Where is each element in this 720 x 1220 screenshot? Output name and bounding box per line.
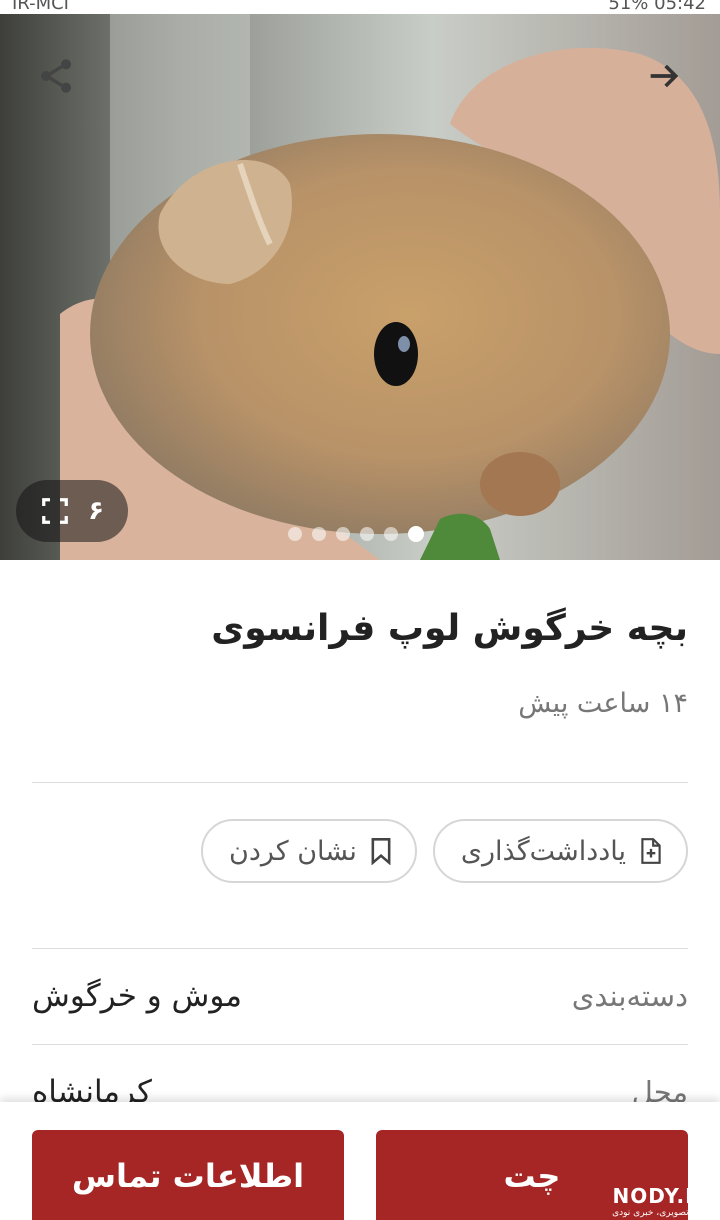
arrow-right-icon — [650, 64, 679, 88]
battery-clock-text: 51% 05:42 — [608, 0, 706, 14]
watermark-text: NODY.IR — [612, 1184, 710, 1208]
divider — [32, 782, 688, 783]
rabbit-photo — [0, 14, 720, 560]
note-add-icon — [641, 838, 661, 864]
bookmark-label: نشان کردن — [229, 835, 357, 867]
back-button[interactable] — [636, 48, 692, 104]
bottom-action-bar: اطلاعات تماس چت NODY.IR مجله تصویری، خبر… — [0, 1102, 720, 1220]
fullscreen-icon — [42, 498, 68, 524]
pagination-dot[interactable] — [360, 527, 374, 541]
image-count: ۶ — [88, 496, 104, 526]
share-icon — [41, 59, 71, 93]
watermark-subtext: مجله تصویری، خبری نودی — [612, 1208, 710, 1218]
fullscreen-gallery-button[interactable]: ۶ — [16, 480, 128, 542]
watermark-logo: NODY.IR مجله تصویری، خبری نودی — [612, 1184, 710, 1218]
bookmark-button[interactable]: نشان کردن — [201, 819, 417, 883]
pagination-dot[interactable] — [408, 526, 424, 542]
posted-time: ۱۴ ساعت پیش — [518, 688, 688, 719]
gallery-pagination — [288, 526, 424, 542]
pagination-dot[interactable] — [312, 527, 326, 541]
pagination-dot[interactable] — [336, 527, 350, 541]
pagination-dot[interactable] — [288, 527, 302, 541]
ad-image-gallery[interactable]: ۶ — [0, 14, 720, 560]
pagination-dot[interactable] — [384, 527, 398, 541]
bookmark-icon — [371, 838, 391, 865]
share-button[interactable] — [28, 48, 84, 104]
add-note-label: یادداشت‌گذاری — [460, 835, 626, 867]
info-row-category: دسته‌بندی موش و خرگوش — [32, 948, 688, 1044]
status-bar: IR-MCI 51% 05:42 — [0, 0, 720, 14]
contact-info-button[interactable]: اطلاعات تماس — [32, 1130, 344, 1220]
carrier-text: IR-MCI — [12, 0, 69, 14]
category-label: دسته‌بندی — [571, 979, 688, 1013]
ad-actions: یادداشت‌گذاری نشان کردن — [201, 819, 688, 883]
add-note-button[interactable]: یادداشت‌گذاری — [432, 819, 688, 883]
category-value: موش و خرگوش — [32, 978, 243, 1014]
ad-title: بچه خرگوش لوپ فرانسوی — [211, 608, 688, 649]
